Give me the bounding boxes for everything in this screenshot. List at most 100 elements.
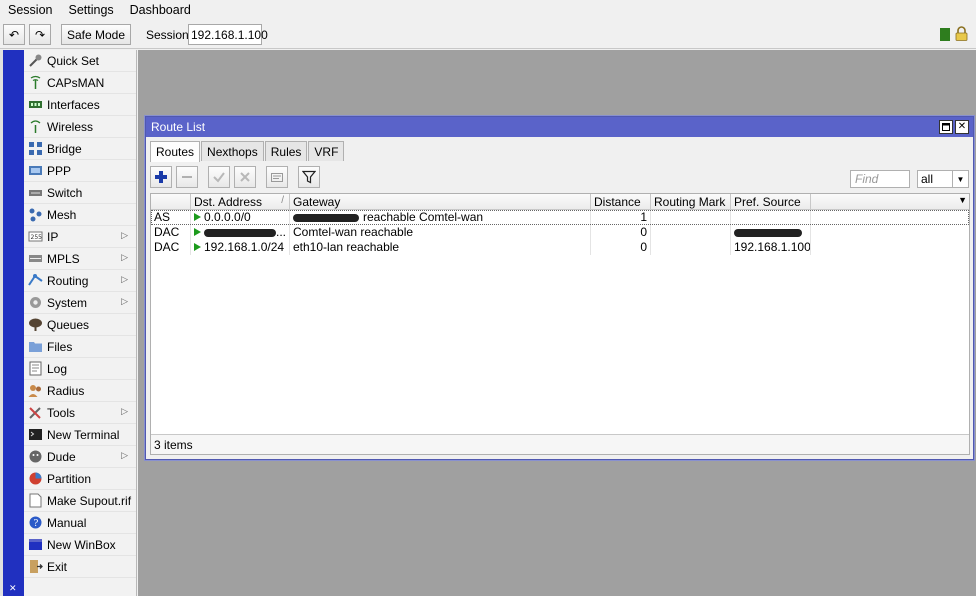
col-routing-mark[interactable]: Routing Mark bbox=[651, 194, 731, 209]
radius-icon bbox=[27, 383, 43, 399]
cell-flags: DAC bbox=[151, 240, 191, 255]
window-titlebar[interactable]: Route List ✕ bbox=[146, 117, 973, 137]
sidebar-item-label: Make Supout.rif bbox=[47, 493, 132, 508]
cell-dst-address: ... bbox=[191, 225, 290, 240]
sidebar-item-ppp[interactable]: PPP bbox=[24, 160, 136, 182]
route-flag-icon bbox=[194, 213, 201, 221]
plus-icon bbox=[155, 171, 167, 183]
sidebar-item-manual[interactable]: ? Manual bbox=[24, 512, 136, 534]
col-pref-source[interactable]: Pref. Source bbox=[731, 194, 811, 209]
dude-icon bbox=[27, 449, 43, 465]
close-button[interactable]: ✕ bbox=[955, 120, 969, 134]
minus-icon bbox=[182, 176, 192, 178]
safe-mode-button[interactable]: Safe Mode bbox=[61, 24, 131, 45]
enable-button[interactable] bbox=[208, 166, 230, 188]
sidebar-item-wireless[interactable]: Wireless bbox=[24, 116, 136, 138]
filter-select[interactable]: all ▼ bbox=[917, 170, 969, 188]
sidebar-item-label: PPP bbox=[47, 163, 72, 178]
check-icon bbox=[213, 172, 225, 183]
sidebar-item-label: New WinBox bbox=[47, 537, 116, 552]
sidebar-item-label: Quick Set bbox=[47, 53, 100, 68]
cell-distance: 1 bbox=[591, 210, 651, 225]
route-flag-icon bbox=[194, 228, 201, 236]
table-row[interactable]: DAC 192.168.1.0/24 eth10-lan reachable 0 192… bbox=[151, 240, 969, 255]
route-list-window: Route List ✕ Routes Nexthops Rules VRF F… bbox=[145, 116, 974, 460]
undo-button[interactable]: ↶ bbox=[3, 24, 25, 45]
sidebar-item-quick-set[interactable]: Quick Set bbox=[24, 50, 136, 72]
sidebar-item-mesh[interactable]: Mesh bbox=[24, 204, 136, 226]
quick-set-icon bbox=[27, 53, 43, 69]
sidebar-item-dude[interactable]: Dude ▷ bbox=[24, 446, 136, 468]
submenu-arrow-icon: ▷ bbox=[121, 296, 128, 306]
add-button[interactable] bbox=[150, 166, 172, 188]
sidebar-item-label: Bridge bbox=[47, 141, 82, 156]
sidebar-item-files[interactable]: Files bbox=[24, 336, 136, 358]
chevron-down-icon[interactable]: ▼ bbox=[952, 171, 968, 187]
ip-icon: 255 bbox=[27, 229, 43, 245]
submenu-arrow-icon: ▷ bbox=[121, 230, 128, 240]
sidebar-item-label: Radius bbox=[47, 383, 85, 398]
sidebar-item-exit[interactable]: Exit bbox=[24, 556, 136, 578]
cell-gateway: eth10-lan reachable bbox=[290, 240, 591, 255]
sidebar-item-capsman[interactable]: CAPsMAN bbox=[24, 72, 136, 94]
sidebar-item-make-supout-rif[interactable]: Make Supout.rif bbox=[24, 490, 136, 512]
terminal-icon bbox=[27, 427, 43, 443]
tab-rules[interactable]: Rules bbox=[264, 141, 308, 161]
sidebar-item-log[interactable]: Log bbox=[24, 358, 136, 380]
redacted-mark bbox=[293, 213, 359, 222]
strip-arrow-icon: ✕ bbox=[9, 583, 17, 593]
sidebar-item-partition[interactable]: Partition bbox=[24, 468, 136, 490]
remove-button[interactable] bbox=[176, 166, 198, 188]
log-icon bbox=[27, 361, 43, 377]
exit-icon bbox=[27, 559, 43, 575]
menu-session[interactable]: Session bbox=[0, 3, 60, 17]
filter-icon bbox=[302, 170, 316, 184]
filter-select-value: all bbox=[921, 172, 934, 186]
session-field[interactable]: 192.168.1.100 bbox=[188, 24, 268, 45]
table-row[interactable]: AS 0.0.0.0/0 reachable Comtel-wan 1 bbox=[151, 210, 969, 225]
sidebar-item-new-winbox[interactable]: New WinBox bbox=[24, 534, 136, 556]
winbox-icon bbox=[27, 537, 43, 553]
tab-bar: Routes Nexthops Rules VRF bbox=[150, 141, 345, 162]
supout-icon bbox=[27, 493, 43, 509]
menu-dashboard[interactable]: Dashboard bbox=[122, 3, 199, 17]
menu-settings[interactable]: Settings bbox=[60, 3, 121, 17]
tab-nexthops[interactable]: Nexthops bbox=[201, 141, 264, 161]
sidebar-item-mpls[interactable]: MPLS ▷ bbox=[24, 248, 136, 270]
tab-routes[interactable]: Routes bbox=[150, 141, 201, 162]
sidebar-item-switch[interactable]: Switch bbox=[24, 182, 136, 204]
sidebar-item-label: Interfaces bbox=[47, 97, 100, 112]
submenu-arrow-icon: ▷ bbox=[121, 252, 128, 262]
disable-button[interactable] bbox=[234, 166, 256, 188]
sidebar-item-label: Log bbox=[47, 361, 68, 376]
sidebar-item-system[interactable]: System ▷ bbox=[24, 292, 136, 314]
main-toolbar: ↶ ↷ Safe Mode Session: 192.168.1.100 bbox=[0, 20, 976, 49]
comment-button[interactable] bbox=[266, 166, 288, 188]
cell-distance: 0 bbox=[591, 240, 651, 255]
submenu-arrow-icon: ▷ bbox=[121, 406, 128, 416]
sidebar-item-label: Queues bbox=[47, 317, 90, 332]
table-row[interactable]: DAC... Comtel-wan reachable 0 bbox=[151, 225, 969, 240]
filter-button[interactable] bbox=[298, 166, 320, 188]
maximize-button[interactable] bbox=[939, 120, 953, 134]
sidebar-item-routing[interactable]: Routing ▷ bbox=[24, 270, 136, 292]
svg-text:255: 255 bbox=[30, 234, 42, 241]
sidebar-item-new-terminal[interactable]: New Terminal bbox=[24, 424, 136, 446]
col-gateway[interactable]: Gateway bbox=[290, 194, 591, 209]
sidebar-item-interfaces[interactable]: Interfaces bbox=[24, 94, 136, 116]
sidebar-item-queues[interactable]: Queues bbox=[24, 314, 136, 336]
col-dst-address-label: Dst. Address bbox=[194, 195, 263, 209]
find-input[interactable]: Find bbox=[850, 170, 910, 188]
column-menu-icon[interactable]: ▼ bbox=[958, 195, 967, 205]
sidebar-item-radius[interactable]: Radius bbox=[24, 380, 136, 402]
col-flags[interactable] bbox=[151, 194, 191, 209]
col-distance[interactable]: Distance bbox=[591, 194, 651, 209]
sidebar-item-ip[interactable]: 255 IP ▷ bbox=[24, 226, 136, 248]
tab-vrf[interactable]: VRF bbox=[308, 141, 345, 161]
cross-icon bbox=[240, 172, 250, 182]
redo-button[interactable]: ↷ bbox=[29, 24, 51, 45]
cell-pref-source: 192.168.1.100 bbox=[731, 240, 811, 255]
sidebar-item-bridge[interactable]: Bridge bbox=[24, 138, 136, 160]
sidebar-item-tools[interactable]: Tools ▷ bbox=[24, 402, 136, 424]
col-dst-address[interactable]: Dst. Address / bbox=[191, 194, 290, 209]
